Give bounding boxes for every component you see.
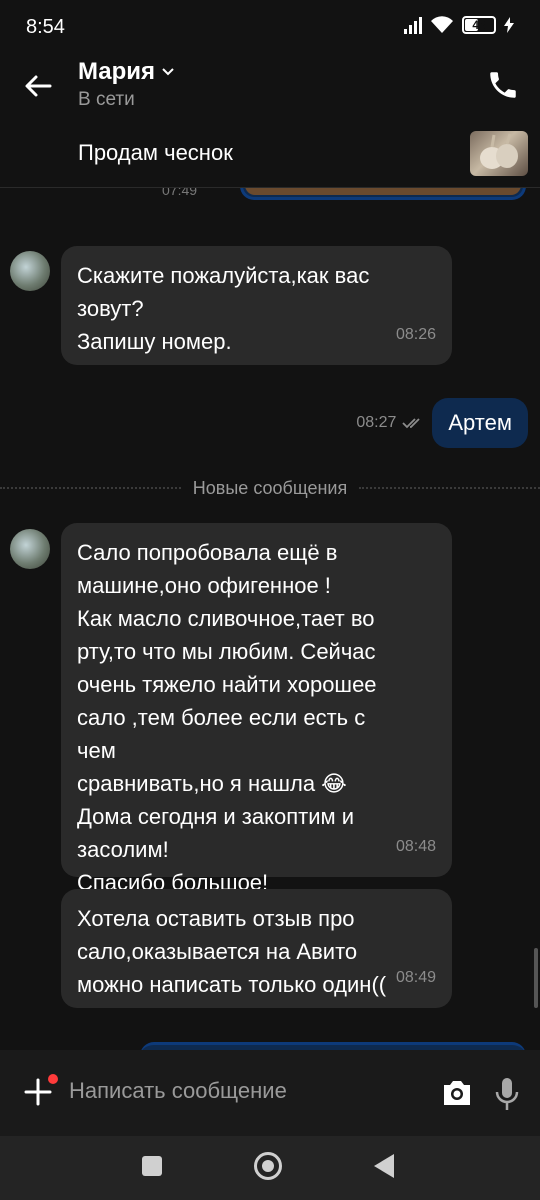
message-list[interactable]: 07:49 Скажите пожалуйста,как вас зовут? …	[0, 188, 540, 1050]
status-icons: 45	[404, 16, 514, 34]
avatar[interactable]	[10, 251, 50, 291]
microphone-icon[interactable]	[494, 1076, 520, 1112]
message-time: 08:26	[395, 326, 436, 343]
message-time: 08:48	[395, 838, 436, 855]
camera-icon[interactable]	[440, 1076, 474, 1110]
signal-icon	[404, 16, 422, 34]
message-time: 08:49	[395, 969, 436, 986]
incoming-message[interactable]: Скажите пожалуйста,как вас зовут? Запишу…	[61, 246, 452, 365]
outgoing-image-message[interactable]	[240, 188, 526, 200]
wifi-icon	[431, 16, 453, 33]
incoming-message[interactable]: Хотела оставить отзыв про сало,оказывает…	[61, 889, 452, 1008]
avatar[interactable]	[10, 529, 50, 569]
battery-level: 45	[472, 18, 486, 32]
message-time: 08:27	[356, 414, 397, 431]
scrollbar[interactable]	[534, 948, 538, 1008]
status-bar: 8:54 45	[0, 0, 540, 52]
status-time: 8:54	[26, 16, 65, 38]
notification-dot	[48, 1074, 58, 1084]
system-nav-bar	[0, 1136, 540, 1200]
home-button[interactable]	[254, 1152, 282, 1180]
listing-thumbnail[interactable]	[470, 131, 528, 176]
message-text: Хотела оставить отзыв про сало,оказывает…	[77, 906, 387, 997]
contact-name: Мария	[78, 58, 156, 85]
message-input[interactable]: Написать сообщение	[69, 1078, 287, 1104]
new-messages-divider: Новые сообщения	[0, 478, 540, 498]
attach-button[interactable]	[24, 1074, 58, 1106]
double-check-icon	[402, 418, 421, 429]
charging-icon	[504, 17, 514, 33]
contact-name-button[interactable]: Мария	[78, 58, 175, 86]
divider-label: Новые сообщения	[192, 477, 348, 498]
message-text: Скажите пожалуйста,как вас зовут? Запишу…	[77, 263, 370, 354]
plus-icon	[24, 1078, 52, 1106]
composer: Написать сообщение	[0, 1050, 540, 1136]
outgoing-message-row: 08:27 Артем	[356, 398, 528, 448]
back-arrow-icon[interactable]	[22, 70, 54, 102]
message-time: 07:49	[162, 188, 198, 198]
garlic-image	[480, 133, 518, 169]
contact-status: В сети	[78, 89, 135, 110]
message-meta: 08:27	[356, 414, 422, 432]
phone-icon[interactable]	[486, 68, 520, 102]
outgoing-message[interactable]	[140, 1042, 526, 1050]
back-button[interactable]	[374, 1154, 394, 1178]
battery-icon: 45	[462, 16, 496, 34]
chat-header: Мария В сети	[0, 52, 540, 118]
recents-button[interactable]	[142, 1156, 162, 1176]
message-text: Сало попробовала ещё в машине,оно офиген…	[77, 540, 377, 895]
listing-title: Продам чеснок	[78, 140, 233, 165]
listing-bar[interactable]: Продам чеснок	[0, 118, 540, 188]
incoming-message[interactable]: Сало попробовала ещё в машине,оно офиген…	[61, 523, 452, 895]
chevron-down-icon	[162, 68, 174, 76]
outgoing-message[interactable]: Артем	[432, 398, 528, 448]
